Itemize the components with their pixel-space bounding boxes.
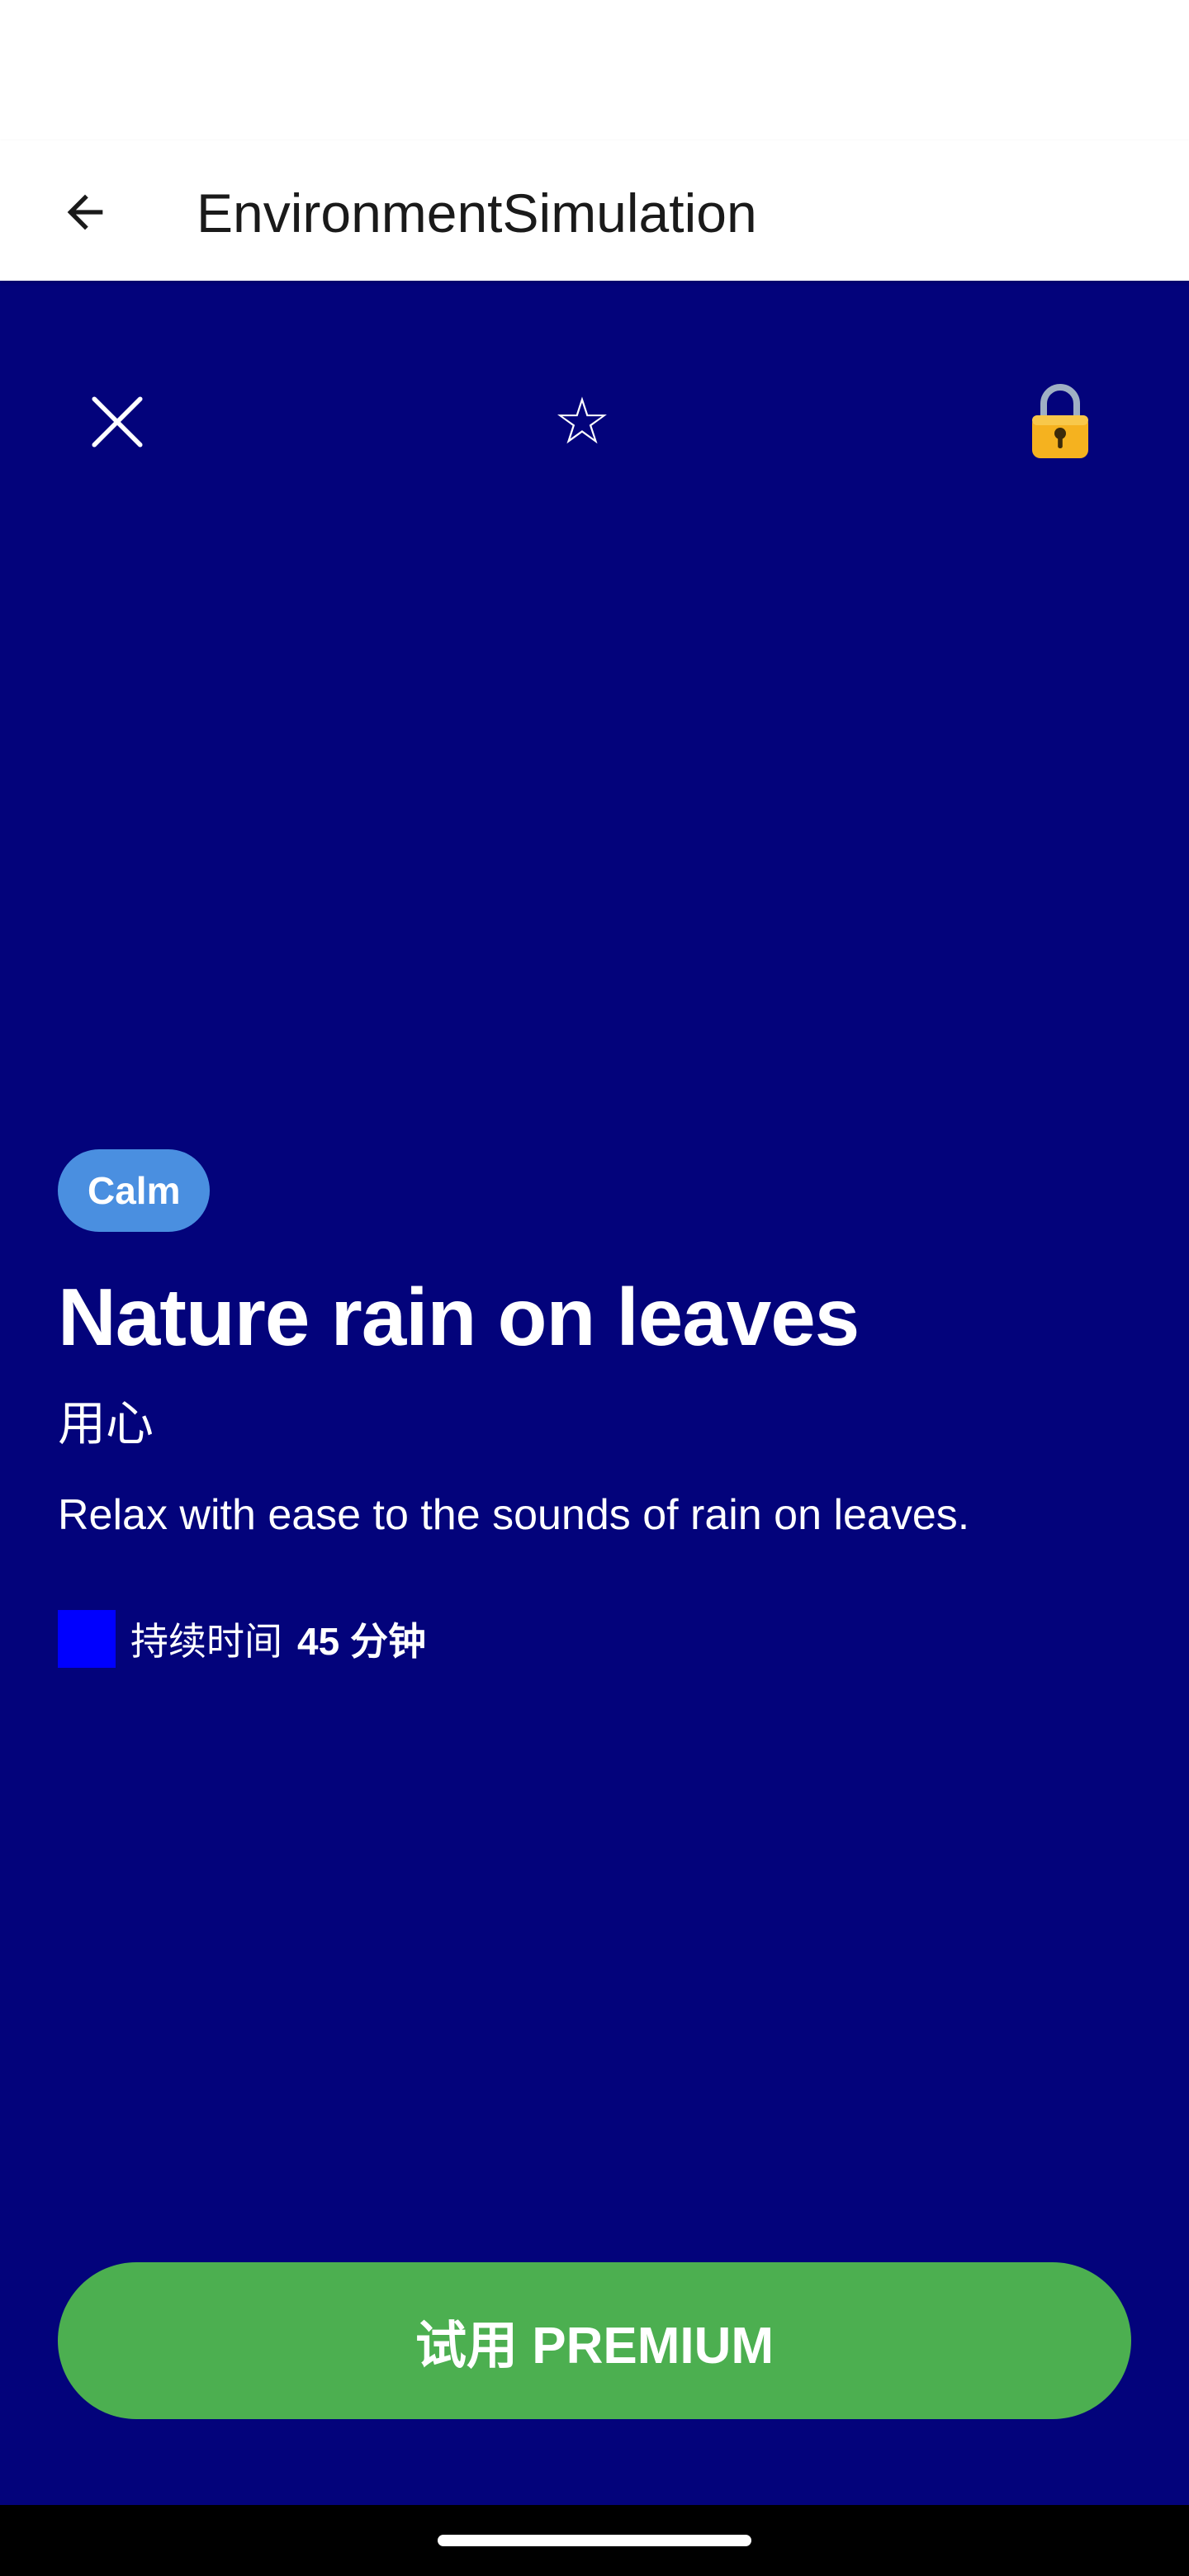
duration-row: 持续时间 45 分钟 xyxy=(58,1602,426,1676)
category-tag: Calm xyxy=(58,1149,211,1232)
lock-button[interactable] xyxy=(1002,364,1118,480)
session-description: Relax with ease to the sounds of rain on… xyxy=(58,1491,970,1539)
star-outline-icon: ☆ xyxy=(553,385,611,459)
system-nav-bar xyxy=(0,2505,1189,2576)
home-gesture-handle[interactable] xyxy=(438,2535,751,2546)
close-icon xyxy=(92,396,143,447)
session-detail: ☆ Calm Nature rain on leaves 用心 Relax wi… xyxy=(0,281,1189,2505)
session-subtitle: 用心 xyxy=(58,1397,154,1451)
arrow-left-icon xyxy=(67,194,103,230)
app-bar: EnvironmentSimulation xyxy=(0,140,1189,281)
status-bar xyxy=(0,0,1189,140)
lock-icon xyxy=(1032,384,1088,458)
duration-value: 45 分钟 xyxy=(297,1620,426,1663)
session-title: Nature rain on leaves xyxy=(58,1271,860,1362)
app-title: EnvironmentSimulation xyxy=(197,182,757,244)
try-premium-button[interactable]: 试用 PREMIUM xyxy=(58,2262,1131,2419)
favorite-button[interactable]: ☆ xyxy=(524,364,640,480)
close-button[interactable] xyxy=(59,364,175,480)
duration-label: 持续时间 xyxy=(130,1620,282,1663)
duration-icon xyxy=(58,1610,116,1668)
back-button[interactable] xyxy=(40,167,130,258)
